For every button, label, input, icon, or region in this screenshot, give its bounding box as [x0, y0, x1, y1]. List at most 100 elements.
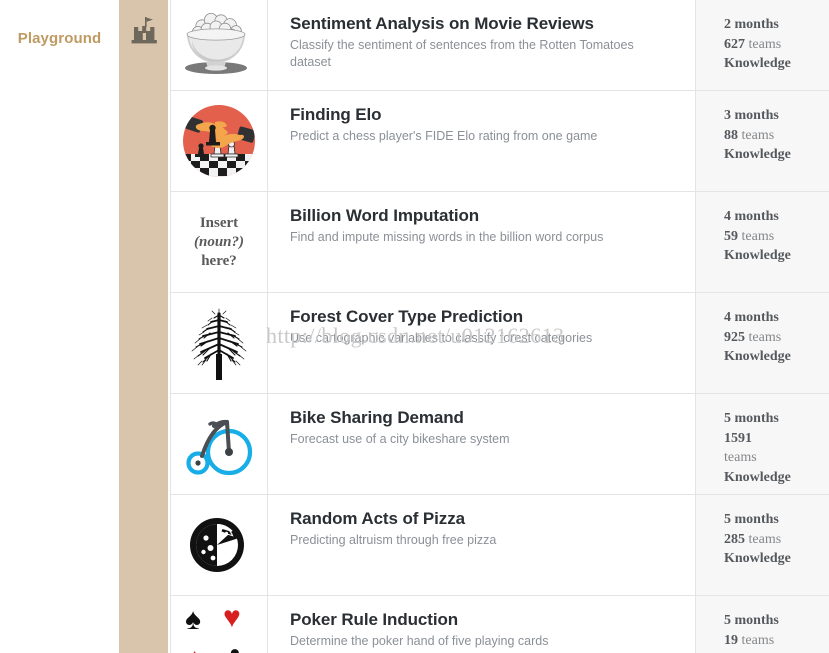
competition-icon-cell [171, 394, 268, 494]
card-suits-icon: ♠ ♥ ♦ ♣ [179, 597, 259, 653]
competition-teams: 925 teams [724, 328, 829, 348]
spade-icon: ♠ [185, 603, 201, 636]
competition-info-cell: Forest Cover Type Prediction Use cartogr… [268, 293, 695, 393]
competition-meta-cell: 5 months 285 teams Knowledge [695, 495, 829, 595]
competition-category: Knowledge [724, 56, 791, 71]
competition-meta-cell: 5 months 1591 teams Knowledge [695, 394, 829, 494]
teams-label: teams [741, 632, 775, 648]
competition-category: Knowledge [724, 147, 791, 162]
competition-category: Knowledge [724, 248, 791, 263]
table-row[interactable]: Insert (noun?) here? Billion Word Imputa… [171, 192, 829, 293]
table-row[interactable]: Bike Sharing Demand Forecast use of a ci… [171, 394, 829, 495]
competition-info-cell: Billion Word Imputation Find and impute … [268, 192, 695, 292]
competition-title[interactable]: Sentiment Analysis on Movie Reviews [290, 13, 677, 35]
competition-duration: 2 months [724, 15, 829, 35]
competition-title[interactable]: Forest Cover Type Prediction [290, 306, 677, 328]
competition-description: Find and impute missing words in the bil… [290, 230, 604, 244]
competition-duration: 4 months [724, 308, 829, 328]
competition-meta-cell: 4 months 59 teams Knowledge [695, 192, 829, 292]
icon-text-line: Insert [199, 214, 239, 231]
competition-duration: 5 months [724, 611, 829, 631]
duration-value: 5 months [724, 411, 779, 426]
teams-label: teams [748, 329, 782, 345]
competition-teams: 19 teams [724, 631, 829, 651]
competition-teams: 627 teams [724, 35, 829, 55]
competition-meta-cell: 5 months 19 teams Knowledge [695, 596, 829, 653]
teams-count: 88 [724, 127, 738, 143]
competition-title[interactable]: Random Acts of Pizza [290, 508, 677, 530]
competition-title[interactable]: Finding Elo [290, 104, 677, 126]
competition-description: Predict a chess player's FIDE Elo rating… [290, 129, 598, 143]
competition-icon-cell [171, 91, 268, 191]
teams-count: 285 [724, 531, 745, 547]
competition-info-cell: Sentiment Analysis on Movie Reviews Clas… [268, 0, 695, 90]
competition-teams: 59 teams [724, 227, 829, 247]
teams-count: 19 [724, 632, 738, 648]
competition-teams: 88 teams [724, 126, 829, 146]
penny-farthing-bicycle-icon [183, 408, 255, 480]
teams-label: teams [748, 36, 782, 52]
competition-description: Classify the sentiment of sentences from… [290, 38, 634, 69]
competition-meta-cell: 4 months 925 teams Knowledge [695, 293, 829, 393]
table-row[interactable]: ♠ ♥ ♦ ♣ Poker Rule Induction Determine t… [171, 596, 829, 653]
teams-count: 925 [724, 329, 745, 345]
teams-count: 627 [724, 36, 745, 52]
competition-description: Forecast use of a city bikeshare system [290, 432, 510, 446]
heart-icon: ♥ [223, 601, 241, 634]
left-gutter [0, 0, 119, 653]
competition-icon-cell [171, 0, 268, 90]
competition-description: Predicting altruism through free pizza [290, 533, 497, 547]
competition-teams-label-line: teams [724, 448, 829, 468]
insert-noun-here-text-icon: Insert (noun?) here? [194, 214, 244, 271]
icon-text-line: (noun?) [193, 233, 245, 250]
duration-value: 3 months [724, 108, 779, 123]
competition-category: Knowledge [724, 349, 791, 364]
table-row[interactable]: Forest Cover Type Prediction Use cartogr… [171, 293, 829, 394]
teams-label: teams [741, 228, 775, 244]
duration-value: 2 months [724, 17, 779, 32]
competition-list-page: Playground Sentiment Analysis on Movie R… [0, 0, 829, 653]
competition-teams: 285 teams [724, 530, 829, 550]
competition-icon-cell: ♠ ♥ ♦ ♣ [171, 596, 268, 653]
competition-category: Knowledge [724, 469, 791, 485]
club-icon: ♣ [225, 643, 245, 653]
competition-category: Knowledge [724, 551, 791, 566]
teams-label: teams [724, 450, 757, 465]
competition-duration: 3 months [724, 106, 829, 126]
table-row[interactable]: Random Acts of Pizza Predicting altruism… [171, 495, 829, 596]
competition-table: Sentiment Analysis on Movie Reviews Clas… [170, 0, 829, 653]
sandcastle-icon [119, 8, 168, 56]
teams-count: 59 [724, 228, 738, 244]
duration-value: 5 months [724, 512, 779, 527]
duration-value: 4 months [724, 209, 779, 224]
competition-teams-count-line: 1591 [724, 429, 829, 449]
competition-info-cell: Bike Sharing Demand Forecast use of a ci… [268, 394, 695, 494]
competition-duration: 5 months [724, 510, 829, 530]
competition-info-cell: Finding Elo Predict a chess player's FID… [268, 91, 695, 191]
teams-label: teams [748, 531, 782, 547]
competition-title[interactable]: Billion Word Imputation [290, 205, 677, 227]
playground-section-label: Playground [17, 30, 102, 47]
icon-text-line: here? [201, 252, 237, 269]
competition-icon-cell [171, 293, 268, 393]
competition-meta-cell: 2 months 627 teams Knowledge [695, 0, 829, 90]
competition-duration: 4 months [724, 207, 829, 227]
table-row[interactable]: Finding Elo Predict a chess player's FID… [171, 91, 829, 192]
competition-info-cell: Random Acts of Pizza Predicting altruism… [268, 495, 695, 595]
diamond-icon: ♦ [187, 645, 202, 653]
competition-title[interactable]: Bike Sharing Demand [290, 407, 677, 429]
duration-value: 5 months [724, 613, 779, 628]
competition-description: Use cartographic variables to classify f… [290, 331, 593, 345]
competition-icon-cell: Insert (noun?) here? [171, 192, 268, 292]
competition-info-cell: Poker Rule Induction Determine the poker… [268, 596, 695, 653]
table-row[interactable]: Sentiment Analysis on Movie Reviews Clas… [171, 0, 829, 91]
chess-hands-icon [182, 104, 256, 178]
competition-duration: 5 months [724, 409, 829, 429]
popcorn-bowl-icon [180, 10, 258, 80]
competition-title[interactable]: Poker Rule Induction [290, 609, 677, 631]
competition-meta-cell: 3 months 88 teams Knowledge [695, 91, 829, 191]
pizza-slice-icon [188, 514, 250, 576]
duration-value: 4 months [724, 310, 779, 325]
playground-color-band [119, 0, 168, 653]
teams-count: 1591 [724, 430, 752, 446]
